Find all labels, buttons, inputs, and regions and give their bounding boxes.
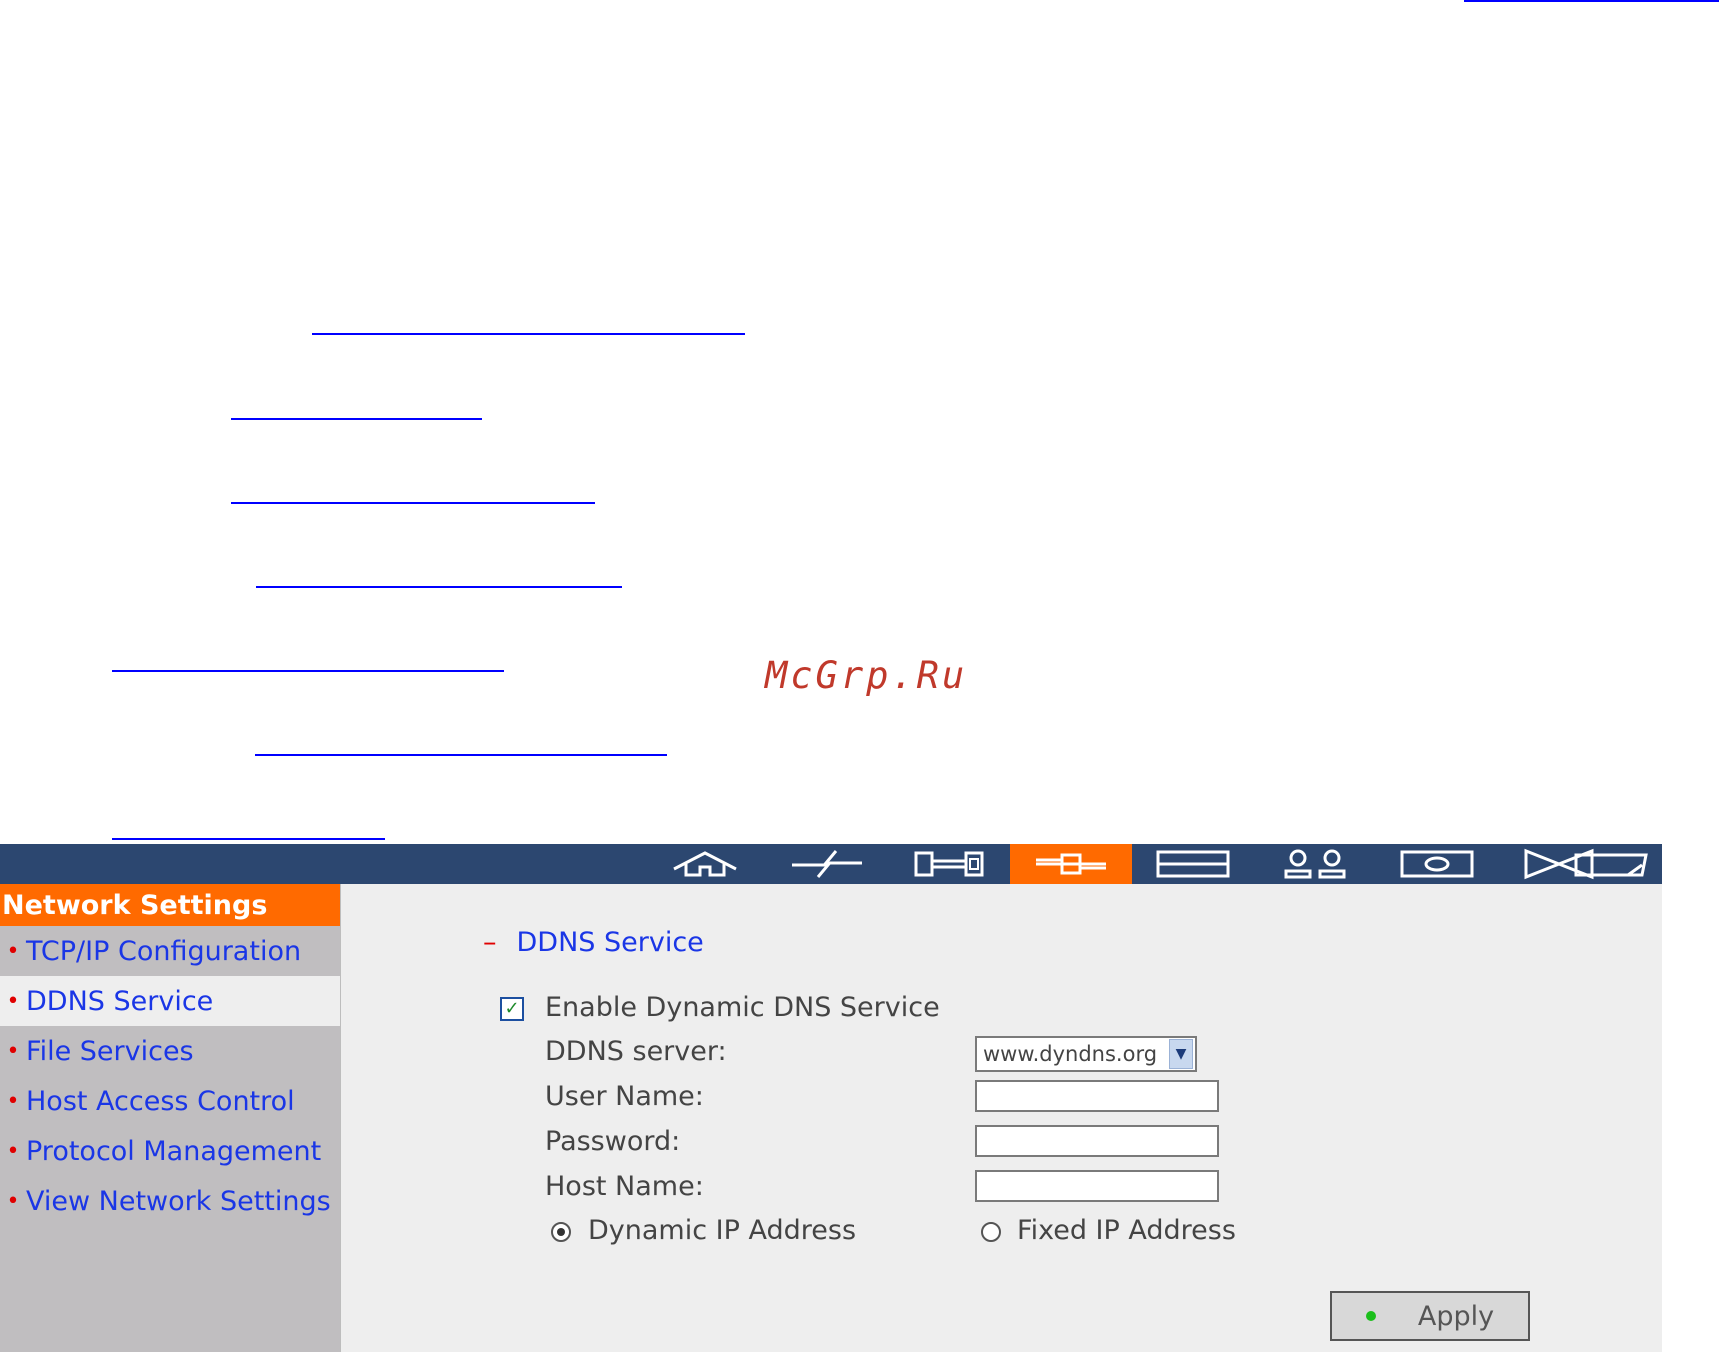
dynamic-ip-label: Dynamic IP Address [588,1215,857,1246]
bullet-icon: • [6,1038,20,1064]
fixed-ip-radio[interactable] [981,1222,1001,1242]
dynamic-ip-radio[interactable] [551,1222,571,1242]
watermark-text: McGrp.Ru [765,654,968,697]
bullet-icon: • [6,1188,20,1214]
section-title: – DDNS Service [483,927,704,958]
toc-link[interactable] [255,754,667,756]
bullet-icon: • [6,988,20,1014]
hostname-label: Host Name: [545,1171,704,1202]
top-navigation-bar [0,844,1662,884]
nas-admin-window: Network Settings • TCP/IP Configuration … [0,844,1662,1352]
password-input[interactable] [975,1125,1219,1157]
main-content: – DDNS Service ✓ Enable Dynamic DNS Serv… [341,884,1662,1352]
chevron-down-icon: ▼ [1169,1039,1193,1069]
sidebar-item-file-services[interactable]: • File Services [0,1026,340,1076]
ddns-server-label: DDNS server: [545,1036,727,1067]
sidebar-item-label: View Network Settings [26,1185,331,1217]
ddns-server-select[interactable]: www.dyndns.org ▼ [975,1036,1197,1072]
sidebar-item-label: TCP/IP Configuration [26,935,302,967]
sidebar: Network Settings • TCP/IP Configuration … [0,884,341,1352]
enable-ddns-checkbox[interactable]: ✓ [500,997,524,1021]
password-label: Password: [545,1126,681,1157]
username-label: User Name: [545,1081,704,1112]
toc-link[interactable] [256,586,622,588]
apply-button-label: Apply [1417,1300,1495,1332]
device-icon[interactable] [1132,844,1254,884]
section-dash: – [483,927,497,958]
username-input[interactable] [975,1080,1219,1112]
quick-config-icon[interactable] [766,844,888,884]
sidebar-item-view-network[interactable]: • View Network Settings [0,1176,340,1226]
sidebar-title: Network Settings [0,884,340,926]
checkmark-icon: ✓ [504,998,520,1019]
toc-link[interactable] [231,502,595,504]
sidebar-item-label: DDNS Service [26,985,214,1017]
system-tools-icon[interactable] [888,844,1010,884]
fixed-ip-label: Fixed IP Address [1017,1215,1236,1246]
enable-ddns-label: Enable Dynamic DNS Service [545,992,940,1023]
status-icon[interactable] [1560,844,1662,884]
sidebar-item-label: Host Access Control [26,1085,295,1117]
network-icon[interactable] [1010,844,1132,884]
sidebar-item-label: File Services [26,1035,194,1067]
share-icon[interactable] [1376,844,1498,884]
users-icon[interactable] [1254,844,1376,884]
sidebar-item-label: Protocol Management [26,1135,322,1167]
ddns-server-value: www.dyndns.org [983,1042,1158,1066]
hostname-input[interactable] [975,1170,1219,1202]
header-link-underline[interactable] [1464,0,1719,2]
toc-link[interactable] [312,333,745,335]
toc-link[interactable] [112,838,385,840]
sidebar-item-tcpip[interactable]: • TCP/IP Configuration [0,926,340,976]
bullet-icon: • [6,1138,20,1164]
section-title-text: DDNS Service [516,927,704,958]
apply-button[interactable]: Apply [1330,1291,1530,1341]
bullet-icon: • [6,938,20,964]
sidebar-item-ddns[interactable]: • DDNS Service [0,976,340,1026]
sidebar-item-host-access[interactable]: • Host Access Control [0,1076,340,1126]
sidebar-item-protocol[interactable]: • Protocol Management [0,1126,340,1176]
status-dot-icon [1365,1311,1376,1321]
home-icon[interactable] [644,844,766,884]
toc-link[interactable] [231,418,482,420]
bullet-icon: • [6,1088,20,1114]
toc-link[interactable] [112,670,504,672]
